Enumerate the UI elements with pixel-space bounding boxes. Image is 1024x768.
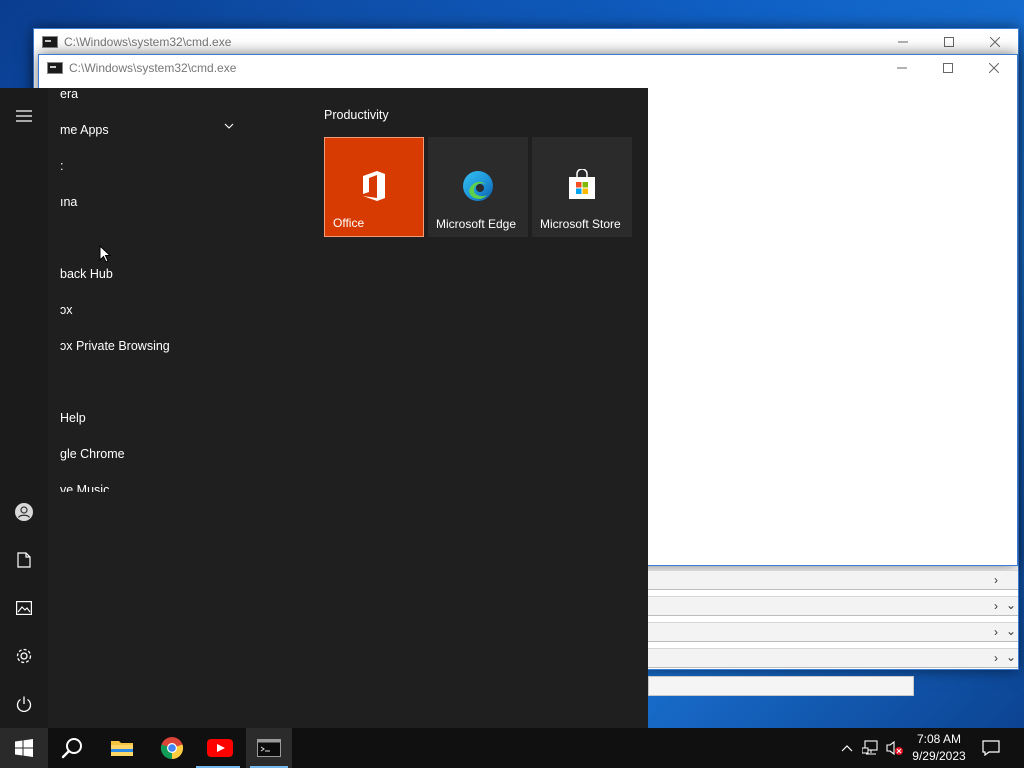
start-rail <box>0 88 48 728</box>
chrome-button[interactable] <box>148 728 196 768</box>
minimize-button[interactable] <box>880 29 926 55</box>
pictures-button[interactable] <box>0 584 48 632</box>
documents-icon <box>17 552 31 568</box>
list-item[interactable]: back Hub <box>48 256 276 292</box>
tile-group-title: Productivity <box>324 108 389 122</box>
tile-microsoft-store[interactable]: Microsoft Store <box>532 137 632 237</box>
mouse-cursor-icon <box>99 245 112 263</box>
file-explorer-icon <box>111 741 133 756</box>
settings-icon <box>16 648 32 664</box>
list-item[interactable]: ɔx Private Browsing <box>48 328 276 364</box>
network-button[interactable] <box>860 728 882 768</box>
action-center-button[interactable] <box>978 728 1004 768</box>
search-button[interactable] <box>48 728 96 768</box>
chevron-right-icon[interactable]: › <box>994 599 998 613</box>
youtube-icon <box>207 739 233 757</box>
file-explorer-button[interactable] <box>98 728 146 768</box>
chrome-icon <box>160 737 184 760</box>
office-icon <box>363 171 385 201</box>
list-item[interactable]: ına <box>48 184 276 220</box>
pictures-icon <box>16 601 32 615</box>
list-item[interactable]: era <box>48 88 276 112</box>
window-strip[interactable]: › <box>648 570 1018 590</box>
youtube-button[interactable] <box>196 728 244 768</box>
list-item[interactable] <box>48 220 276 256</box>
tile-label: Office <box>333 216 365 230</box>
maximize-button[interactable] <box>925 55 971 81</box>
show-hidden-icons-button[interactable] <box>836 728 858 768</box>
minimize-button[interactable] <box>879 55 925 81</box>
clock-date: 9/29/2023 <box>912 749 966 763</box>
close-icon <box>989 63 999 73</box>
start-menu: era me Apps : ına back Hub ɔx ɔx Private… <box>0 88 648 728</box>
cmd-icon <box>47 62 63 74</box>
chevron-right-icon[interactable]: › <box>994 573 998 587</box>
tile-label: Microsoft Store <box>540 217 621 231</box>
tile-microsoft-edge[interactable]: Microsoft Edge <box>428 137 528 237</box>
title-bar[interactable]: C:\Windows\system32\cmd.exe <box>39 55 1017 81</box>
maximize-button[interactable] <box>926 29 972 55</box>
chevron-down-icon <box>224 123 234 129</box>
cmd-icon <box>257 739 281 757</box>
chevron-right-icon[interactable]: › <box>994 625 998 639</box>
window-strip[interactable] <box>648 676 914 696</box>
window-strip[interactable]: › ⌄ <box>648 648 1018 668</box>
network-icon <box>862 740 878 755</box>
volume-button[interactable] <box>884 728 906 768</box>
start-icon <box>15 739 33 757</box>
close-button[interactable] <box>971 55 1017 81</box>
power-icon <box>16 696 32 712</box>
tile-office[interactable]: Office <box>324 137 424 237</box>
clock[interactable]: 7:08 AM 9/29/2023 <box>906 731 972 765</box>
power-button[interactable] <box>0 680 48 728</box>
close-icon <box>990 37 1000 47</box>
title-bar[interactable]: C:\Windows\system32\cmd.exe <box>34 29 1018 55</box>
minimize-icon <box>898 41 908 43</box>
chevron-up-icon <box>841 745 853 752</box>
settings-button[interactable] <box>0 632 48 680</box>
clock-time: 7:08 AM <box>916 732 962 746</box>
maximize-icon <box>944 37 954 47</box>
list-item[interactable]: Help <box>48 400 276 436</box>
cmd-icon <box>42 36 58 48</box>
search-icon <box>61 738 82 759</box>
expand-menu-button[interactable] <box>0 92 48 140</box>
cmd-taskbar-button[interactable] <box>246 728 292 768</box>
chevron-right-icon[interactable]: › <box>994 651 998 665</box>
list-item[interactable] <box>48 364 276 400</box>
store-icon <box>569 169 595 199</box>
chevron-down-icon[interactable]: ⌄ <box>1006 624 1016 638</box>
start-button[interactable] <box>0 728 48 768</box>
minimize-icon <box>897 67 907 69</box>
taskbar: 7:08 AM 9/29/2023 <box>0 728 1024 768</box>
list-item[interactable]: : <box>48 148 276 184</box>
chevron-down-icon[interactable]: ⌄ <box>1006 598 1016 612</box>
notification-icon <box>982 740 1000 756</box>
window-title: C:\Windows\system32\cmd.exe <box>69 61 237 75</box>
list-item[interactable]: ve Music <box>48 472 276 492</box>
edge-icon <box>463 171 493 201</box>
menu-icon <box>16 110 32 122</box>
tile-label: Microsoft Edge <box>436 217 517 231</box>
window-title: C:\Windows\system32\cmd.exe <box>64 35 232 49</box>
window-strip[interactable]: › ⌄ <box>648 596 1018 616</box>
volume-muted-icon <box>886 740 903 756</box>
close-button[interactable] <box>972 29 1018 55</box>
list-item[interactable]: ɡle Chrome <box>48 436 276 472</box>
maximize-icon <box>943 63 953 73</box>
documents-button[interactable] <box>0 536 48 584</box>
list-item[interactable]: me Apps <box>48 112 276 148</box>
window-strip[interactable]: › ⌄ <box>648 622 1018 642</box>
app-list[interactable]: era me Apps : ına back Hub ɔx ɔx Private… <box>48 88 276 492</box>
list-item[interactable]: ɔx <box>48 292 276 328</box>
account-button[interactable] <box>0 488 48 536</box>
chevron-down-icon[interactable]: ⌄ <box>1006 650 1016 664</box>
user-icon <box>15 503 33 521</box>
